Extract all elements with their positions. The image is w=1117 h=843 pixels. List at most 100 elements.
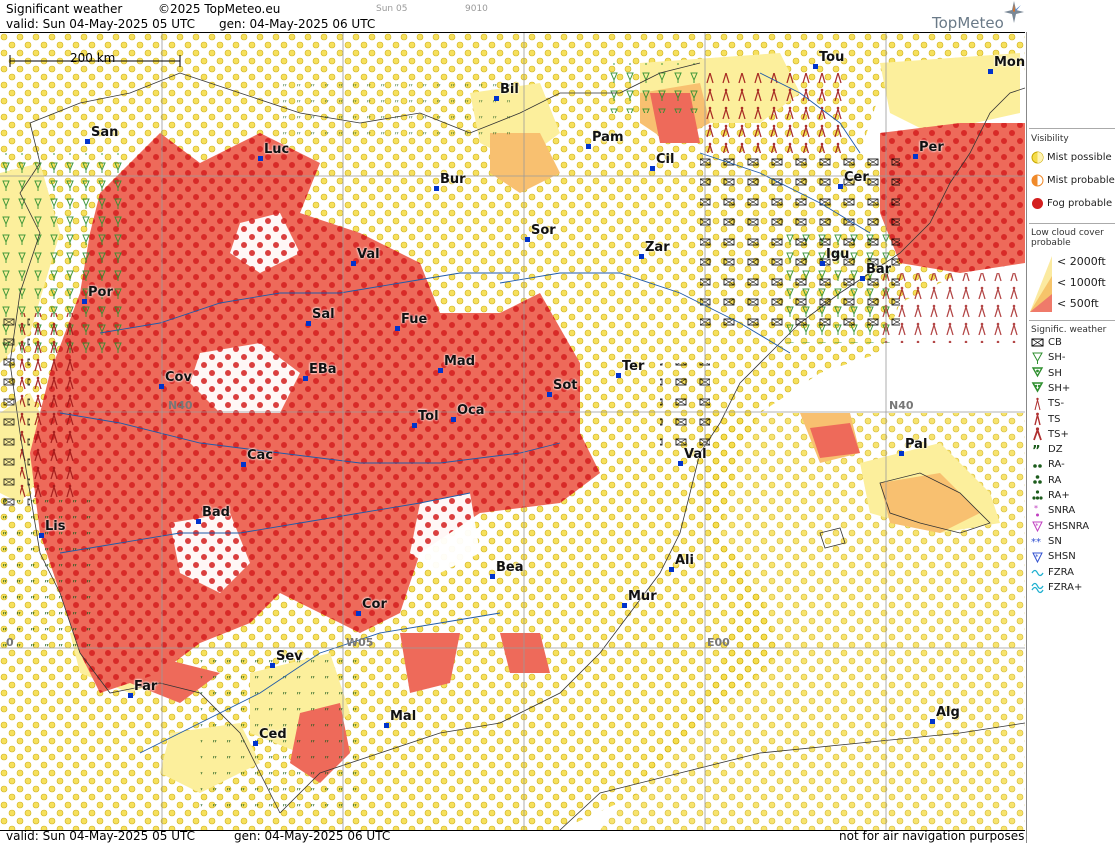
city-dot: [813, 64, 818, 69]
city-label: Far: [134, 679, 158, 694]
city-dot: [82, 299, 87, 304]
sh-light-icon: [1032, 352, 1043, 364]
city-dot: [650, 166, 655, 171]
city-dot: [988, 69, 993, 74]
city-label: Pal: [905, 437, 928, 452]
city-label: EBa: [309, 362, 337, 377]
legend-panel: Visibility Mist possible Mist probable F…: [1026, 32, 1117, 843]
chart-title: Significant weather: [6, 2, 123, 16]
valid-time: valid: Sun 04-May-2025 05 UTC: [6, 17, 195, 31]
city-label: Ter: [622, 359, 645, 374]
city-label: Luc: [264, 142, 290, 157]
legend-signif-snra: * SNRA: [1031, 503, 1075, 518]
legend-signif-fzra-heavy: FZRA+: [1031, 580, 1082, 595]
svg-text:”: ”: [1032, 444, 1041, 457]
city-label: San: [91, 125, 119, 140]
city-dot: [303, 376, 308, 381]
city-label: Pam: [592, 130, 624, 145]
weather-map[interactable]: ”: [0, 32, 1025, 831]
city-label: Zar: [645, 240, 670, 255]
city-dot: [351, 261, 356, 266]
city-label: Bea: [496, 560, 524, 575]
city-dot: [838, 184, 843, 189]
city-label: Cac: [247, 448, 274, 463]
legend-signif-cb: CB: [1031, 335, 1062, 350]
city-label: Mal: [390, 709, 417, 724]
city-dot: [270, 663, 275, 668]
legend-mist-probable: Mist probable: [1031, 173, 1115, 188]
city-dot: [860, 276, 865, 281]
legend-signif-ra-light: RA-: [1031, 457, 1065, 472]
legend-signif-shsn: * SHSN: [1031, 549, 1076, 564]
city-dot: [85, 139, 90, 144]
city-label: Cor: [362, 597, 387, 612]
city-dot: [438, 368, 443, 373]
generated-time: gen: 04-May-2025 06 UTC: [219, 17, 376, 31]
ra-light-icon: [1033, 464, 1042, 468]
legend-signif-sh-light: SH-: [1031, 350, 1065, 365]
city-label: Val: [684, 447, 707, 462]
city-dot: [253, 741, 258, 746]
city-dot: [616, 373, 621, 378]
legend-signif-ts-heavy: TS+: [1031, 427, 1069, 442]
city-dot: [899, 451, 904, 456]
city-label: Oca: [457, 403, 485, 418]
ts-icon: [1034, 412, 1041, 426]
city-dot: [412, 423, 417, 428]
legend-signif-ts: TS: [1031, 412, 1060, 427]
svg-text:*: *: [1034, 504, 1038, 513]
legend-visibility-title: Visibility: [1031, 134, 1069, 144]
city-dot: [434, 186, 439, 191]
legend-signif-sh: SH: [1031, 366, 1062, 381]
city-dot: [525, 237, 530, 242]
legend-signif-fzra: FZRA: [1031, 565, 1074, 580]
fzra-icon: [1031, 569, 1044, 577]
city-label: Cov: [165, 370, 192, 385]
city-dot: [241, 462, 246, 467]
legend-signif-dz: ” DZ: [1032, 443, 1063, 459]
city-label: Cil: [656, 152, 675, 167]
footer-generated: gen: 04-May-2025 06 UTC: [234, 829, 391, 843]
copyright: ©2025 TopMeteo.eu: [158, 2, 281, 16]
city-label: Fue: [401, 312, 428, 327]
legend-low-500: < 500ft: [1057, 297, 1099, 310]
map-canvas: ”: [0, 33, 1025, 830]
grid-label-n40-west: N40: [168, 399, 193, 412]
city-dot: [669, 567, 674, 572]
city-label: Igu: [826, 247, 850, 262]
legend-low-1000: < 1000ft: [1057, 276, 1106, 289]
city-label: Ali: [675, 553, 694, 568]
legend-signif-sn: ** SN: [1031, 535, 1062, 549]
city-dot: [384, 723, 389, 728]
city-label: Lis: [45, 519, 66, 534]
legend-signif-shsnra: * SHSNRA: [1031, 519, 1089, 534]
city-label: Alg: [936, 705, 960, 720]
ra-heavy-icon: [1032, 489, 1043, 500]
city-label: Tol: [418, 409, 439, 424]
scale-label: 200 km: [70, 51, 116, 65]
fog-probable-icon: [1032, 198, 1043, 209]
city-label: Bad: [202, 505, 230, 520]
city-label: Por: [88, 285, 113, 300]
city-label: Bil: [500, 82, 519, 97]
city-dot: [490, 574, 495, 579]
mist-probable-icon: [1031, 174, 1044, 187]
city-dot: [622, 603, 627, 608]
ra-icon: [1033, 475, 1042, 484]
city-dot: [913, 154, 918, 159]
grid-label-n40-east: N40: [889, 399, 914, 412]
sh-icon: [1031, 367, 1044, 378]
city-dot: [159, 384, 164, 389]
low-cloud-swatch: [1030, 256, 1052, 312]
dz-icon: ”: [1032, 444, 1041, 459]
city-label: Val: [357, 247, 380, 262]
topmeteo-logo: TopMeteo: [932, 14, 1004, 32]
grid-label-w05: W05: [346, 636, 374, 649]
legend-signif-ts-light: TS-: [1031, 396, 1064, 411]
legend-signif-title: Signific. weather: [1031, 325, 1107, 335]
day-label: Sun 05: [376, 4, 408, 14]
compass-star-icon: [1004, 1, 1024, 23]
city-dot: [547, 392, 552, 397]
city-label: Tou: [819, 50, 845, 65]
city-dot: [306, 321, 311, 326]
